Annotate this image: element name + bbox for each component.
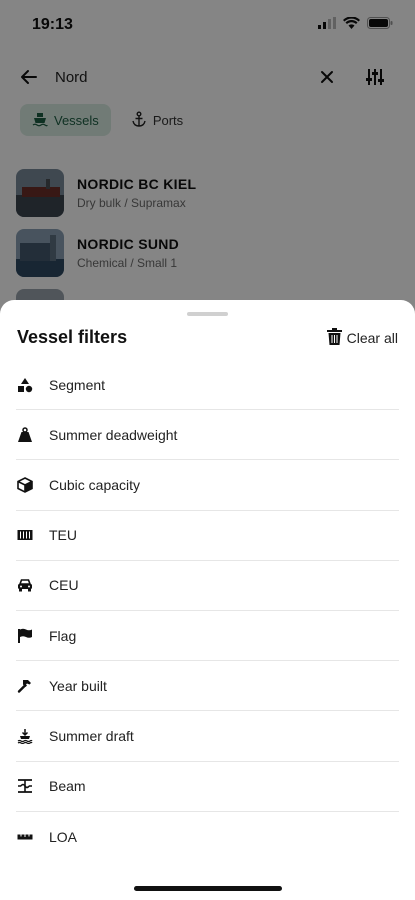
filter-item-teu[interactable]: TEU xyxy=(16,511,399,561)
filter-item-segment[interactable]: Segment xyxy=(16,360,399,411)
vessel-filters-sheet: Vessel filters Clear all Segment Summer … xyxy=(0,300,415,900)
draft-icon xyxy=(16,727,33,744)
shapes-icon xyxy=(16,376,33,393)
beam-icon xyxy=(16,778,33,795)
filter-list: Segment Summer deadweight Cubic capacity… xyxy=(16,360,399,862)
filter-item-cubic-capacity[interactable]: Cubic capacity xyxy=(16,460,399,511)
car-icon xyxy=(16,577,33,594)
filter-item-year-built[interactable]: Year built xyxy=(16,661,399,712)
filter-label: TEU xyxy=(49,527,77,544)
filter-label: CEU xyxy=(49,577,79,594)
container-icon xyxy=(16,527,33,544)
filter-item-flag[interactable]: Flag xyxy=(16,611,399,662)
length-icon xyxy=(16,828,33,845)
home-indicator xyxy=(134,886,282,891)
filter-label: Summer deadweight xyxy=(49,426,178,443)
clear-all-label: Clear all xyxy=(346,330,398,346)
filter-item-beam[interactable]: Beam xyxy=(16,762,399,812)
filter-item-loa[interactable]: LOA xyxy=(16,812,399,862)
clear-all-button[interactable]: Clear all xyxy=(326,328,398,348)
filter-label: Beam xyxy=(49,778,86,795)
cube-icon xyxy=(16,476,33,493)
sheet-drag-handle[interactable] xyxy=(187,312,228,316)
filter-label: Year built xyxy=(49,677,107,694)
sheet-title: Vessel filters xyxy=(17,327,128,347)
filter-label: Segment xyxy=(49,376,106,393)
hammer-icon xyxy=(16,677,33,694)
flag-icon xyxy=(16,627,33,644)
filter-label: Flag xyxy=(49,627,77,644)
filter-item-summer-deadweight[interactable]: Summer deadweight xyxy=(16,410,399,461)
filter-label: LOA xyxy=(49,828,78,845)
filter-label: Cubic capacity xyxy=(49,476,141,493)
weight-icon xyxy=(16,426,33,443)
filter-item-summer-draft[interactable]: Summer draft xyxy=(16,711,399,762)
filter-label: Summer draft xyxy=(49,727,134,744)
filter-item-ceu[interactable]: CEU xyxy=(16,561,399,611)
trash-icon xyxy=(326,328,342,348)
